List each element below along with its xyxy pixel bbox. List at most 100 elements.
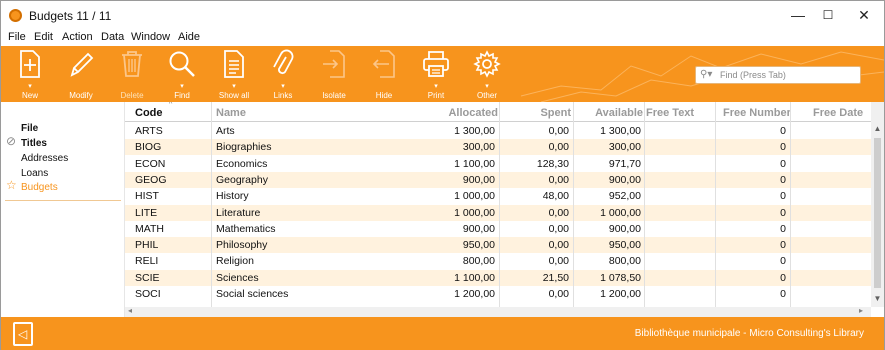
cell-available[interactable]: 950,00 — [575, 239, 641, 251]
close-button[interactable]: ✕ — [849, 5, 879, 25]
cell-available[interactable]: 1 300,00 — [575, 125, 641, 137]
cell-free-number[interactable]: 0 — [717, 141, 786, 153]
cell-free-number[interactable]: 0 — [717, 288, 786, 300]
table-row[interactable]: MATH Mathematics 900,00 0,00 900,00 0 — [125, 221, 871, 237]
cell-name[interactable]: Literature — [216, 207, 416, 219]
cell-allocated[interactable]: 1 000,00 — [421, 190, 495, 202]
cell-allocated[interactable]: 1 100,00 — [421, 272, 495, 284]
cell-free-number[interactable]: 0 — [717, 174, 786, 186]
menu-file[interactable]: File — [8, 31, 26, 43]
find-button[interactable]: ▾ Find — [160, 49, 204, 100]
menu-window[interactable]: Window — [131, 31, 170, 43]
table-row[interactable]: PHIL Philosophy 950,00 0,00 950,00 0 — [125, 237, 871, 254]
cell-name[interactable]: Geography — [216, 174, 416, 186]
modify-button[interactable]: Modify — [59, 49, 103, 100]
cell-name[interactable]: Social sciences — [216, 288, 416, 300]
cell-code[interactable]: MATH — [135, 223, 205, 235]
table-row[interactable]: SOCI Social sciences 1 200,00 0,00 1 200,00 0 — [125, 286, 871, 302]
column-header-free-text[interactable]: Free Text — [646, 107, 694, 119]
links-button[interactable]: ▾ Links — [261, 49, 305, 100]
cell-code[interactable]: ARTS — [135, 125, 205, 137]
table-row[interactable]: RELI Religion 800,00 0,00 800,00 0 — [125, 253, 871, 269]
scroll-left-icon[interactable]: ◂ — [128, 306, 132, 315]
cell-code[interactable]: ECON — [135, 158, 205, 170]
table-row[interactable]: BIOG Biographies 300,00 0,00 300,00 0 — [125, 139, 871, 156]
cell-available[interactable]: 800,00 — [575, 255, 641, 267]
cell-allocated[interactable]: 950,00 — [421, 239, 495, 251]
scroll-down-icon[interactable]: ▼ — [871, 294, 884, 303]
scroll-up-icon[interactable]: ▲ — [871, 124, 884, 133]
cell-allocated[interactable]: 1 100,00 — [421, 158, 495, 170]
table-row[interactable]: ARTS Arts 1 300,00 0,00 1 300,00 0 — [125, 123, 871, 139]
cell-code[interactable]: RELI — [135, 255, 205, 267]
cell-spent[interactable]: 0,00 — [501, 255, 569, 267]
search-input[interactable]: ⚲▾ Find (Press Tab) — [695, 66, 861, 84]
column-header-allocated[interactable]: Allocated — [425, 107, 498, 119]
cell-free-number[interactable]: 0 — [717, 223, 786, 235]
sidebar-item-budgets[interactable]: Budgets — [21, 182, 58, 193]
scrollbar-thumb[interactable] — [874, 138, 881, 288]
cell-name[interactable]: Biographies — [216, 141, 416, 153]
cell-name[interactable]: Arts — [216, 125, 416, 137]
cell-allocated[interactable]: 1 200,00 — [421, 288, 495, 300]
vertical-scrollbar[interactable]: ▲ ▼ — [871, 102, 884, 307]
menu-action[interactable]: Action — [62, 31, 93, 43]
sidebar-item-loans[interactable]: Loans — [21, 168, 48, 179]
cell-available[interactable]: 1 078,50 — [575, 272, 641, 284]
cell-spent[interactable]: 48,00 — [501, 190, 569, 202]
cell-name[interactable]: Economics — [216, 158, 416, 170]
cell-free-number[interactable]: 0 — [717, 190, 786, 202]
cell-spent[interactable]: 0,00 — [501, 288, 569, 300]
cell-free-number[interactable]: 0 — [717, 158, 786, 170]
cell-spent[interactable]: 0,00 — [501, 125, 569, 137]
cell-allocated[interactable]: 1 000,00 — [421, 207, 495, 219]
print-button[interactable]: ▾ Print — [414, 49, 458, 100]
column-header-free-number[interactable]: Free Number — [723, 107, 791, 119]
isolate-button[interactable]: Isolate — [312, 49, 356, 100]
show-all-button[interactable]: ▾ Show all — [212, 49, 256, 100]
new-button[interactable]: ▾ New — [8, 49, 52, 100]
cell-available[interactable]: 971,70 — [575, 158, 641, 170]
cell-spent[interactable]: 128,30 — [501, 158, 569, 170]
cell-available[interactable]: 900,00 — [575, 174, 641, 186]
column-header-spent[interactable]: Spent — [500, 107, 571, 119]
column-header-name[interactable]: Name — [216, 107, 246, 119]
cell-spent[interactable]: 0,00 — [501, 239, 569, 251]
table-row[interactable]: GEOG Geography 900,00 0,00 900,00 0 — [125, 171, 871, 188]
cell-code[interactable]: GEOG — [135, 174, 205, 186]
column-header-available[interactable]: Available — [575, 107, 643, 119]
cell-code[interactable]: HIST — [135, 190, 205, 202]
cell-name[interactable]: Sciences — [216, 272, 416, 284]
cell-code[interactable]: SCIE — [135, 272, 205, 284]
cell-allocated[interactable]: 300,00 — [421, 141, 495, 153]
cell-available[interactable]: 900,00 — [575, 223, 641, 235]
menu-edit[interactable]: Edit — [34, 31, 53, 43]
cell-spent[interactable]: 21,50 — [501, 272, 569, 284]
cell-code[interactable]: PHIL — [135, 239, 205, 251]
cell-available[interactable]: 952,00 — [575, 190, 641, 202]
cell-allocated[interactable]: 900,00 — [421, 223, 495, 235]
menu-aide[interactable]: Aide — [178, 31, 200, 43]
cell-available[interactable]: 300,00 — [575, 141, 641, 153]
cell-code[interactable]: SOCI — [135, 288, 205, 300]
cell-allocated[interactable]: 800,00 — [421, 255, 495, 267]
scroll-right-icon[interactable]: ▸ — [859, 306, 863, 315]
sidebar-item-titles[interactable]: Titles — [21, 138, 47, 149]
column-header-free-date[interactable]: Free Date — [813, 107, 863, 119]
cell-free-number[interactable]: 0 — [717, 272, 786, 284]
sidebar-item-addresses[interactable]: Addresses — [21, 153, 68, 164]
cell-code[interactable]: BIOG — [135, 141, 205, 153]
table-row[interactable]: ECON Economics 1 100,00 128,30 971,70 0 — [125, 156, 871, 172]
cell-free-number[interactable]: 0 — [717, 239, 786, 251]
minimize-button[interactable]: — — [783, 5, 813, 25]
cell-name[interactable]: Mathematics — [216, 223, 416, 235]
cell-free-number[interactable]: 0 — [717, 255, 786, 267]
cell-spent[interactable]: 0,00 — [501, 207, 569, 219]
maximize-button[interactable]: ☐ — [813, 5, 843, 25]
cell-free-number[interactable]: 0 — [717, 125, 786, 137]
table-row[interactable]: SCIE Sciences 1 100,00 21,50 1 078,50 0 — [125, 269, 871, 286]
cell-available[interactable]: 1 200,00 — [575, 288, 641, 300]
cell-spent[interactable]: 0,00 — [501, 141, 569, 153]
cell-name[interactable]: Religion — [216, 255, 416, 267]
cell-allocated[interactable]: 1 300,00 — [421, 125, 495, 137]
